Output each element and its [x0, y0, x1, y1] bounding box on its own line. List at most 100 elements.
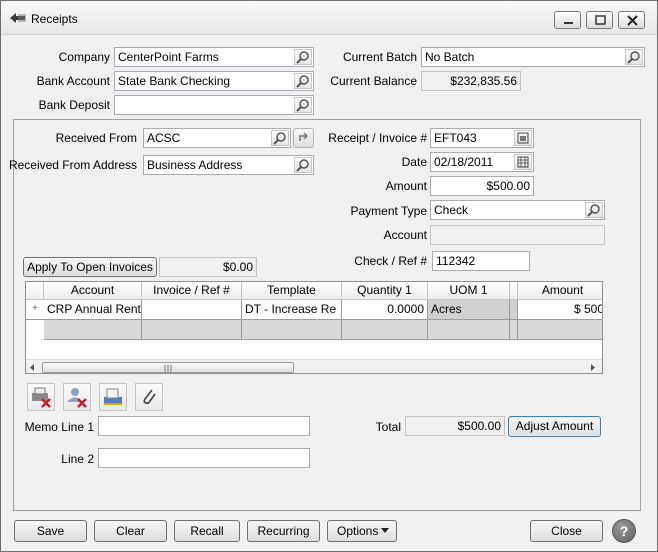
bank-account-value: State Bank Checking [118, 74, 231, 88]
new-row-cell-amount[interactable] [518, 320, 602, 340]
received-from-label: Received From [55, 131, 137, 145]
current-batch-label: Current Batch [342, 50, 417, 64]
delete-user-button[interactable] [63, 383, 91, 411]
cell-uom[interactable]: Acres [428, 300, 510, 320]
title-bar: Receipts [1, 1, 657, 35]
amount-label: Amount [385, 179, 427, 193]
maximize-button[interactable] [586, 11, 613, 29]
check-ref-field[interactable]: 112342 [432, 251, 530, 271]
receipt-invoice-generate-button[interactable] [514, 130, 532, 146]
scroll-right-arrow-icon[interactable] [589, 363, 597, 372]
magnifier-icon [273, 132, 286, 145]
new-row-cell-template[interactable] [242, 320, 342, 340]
payment-type-lookup-button[interactable] [585, 202, 603, 218]
column-header-amount[interactable]: Amount [518, 282, 602, 300]
total-label: Total [375, 420, 401, 434]
magnifier-icon [627, 51, 640, 64]
cell-account[interactable]: CRP Annual Rent [44, 300, 142, 320]
delete-user-icon [67, 388, 87, 408]
save-button[interactable]: Save [14, 520, 87, 542]
new-row-cell-invoice-ref[interactable] [142, 320, 242, 340]
date-field[interactable]: 02/18/2011 [430, 152, 534, 172]
current-batch-lookup-button[interactable] [625, 49, 643, 65]
received-from-value: ACSC [147, 131, 181, 145]
recurring-button[interactable]: Recurring [247, 520, 320, 542]
close-window-button[interactable] [618, 11, 645, 29]
grid-horizontal-scrollbar[interactable] [26, 359, 602, 373]
column-header-account[interactable]: Account [44, 282, 142, 300]
new-row-cell-quantity[interactable] [342, 320, 428, 340]
current-balance-label: Current Balance [330, 74, 417, 88]
cell-quantity[interactable]: 0.0000 [342, 300, 428, 320]
bank-deposit-lookup-button[interactable] [294, 97, 312, 113]
row-expander[interactable]: + [26, 300, 44, 320]
options-button[interactable]: Options [327, 520, 397, 542]
date-label: Date [401, 155, 427, 169]
line2-field[interactable] [98, 448, 310, 468]
scroll-thumb[interactable] [42, 362, 294, 373]
payment-type-value: Check [434, 203, 469, 217]
bank-deposit-field[interactable] [114, 95, 314, 115]
amount-field[interactable]: $500.00 [430, 176, 534, 196]
account-field [430, 225, 605, 245]
cell-spacer [510, 300, 518, 320]
magnifier-icon [296, 99, 309, 112]
delete-print-icon [32, 387, 51, 408]
memo-line1-label: Memo Line 1 [24, 420, 94, 434]
recall-button[interactable]: Recall [174, 520, 240, 542]
cell-template[interactable]: DT - Increase Re [242, 300, 342, 320]
cell-invoice-ref[interactable] [142, 300, 242, 320]
date-picker-button[interactable] [514, 154, 532, 170]
paperclip-icon [143, 389, 156, 405]
payment-type-label: Payment Type [350, 204, 428, 218]
column-header-template[interactable]: Template [242, 282, 342, 300]
column-header-invoice-ref[interactable]: Invoice / Ref # [142, 282, 242, 300]
company-field[interactable]: CenterPoint Farms [114, 47, 314, 67]
current-batch-field[interactable]: No Batch [421, 47, 645, 67]
scroll-left-arrow-icon[interactable] [28, 363, 36, 372]
grip-icon [164, 365, 172, 372]
attach-button[interactable] [135, 383, 163, 411]
receipt-invoice-field[interactable]: EFT043 [430, 128, 534, 148]
apply-to-open-invoices-button[interactable]: Apply To Open Invoices [23, 257, 157, 277]
grid-corner-header [26, 282, 44, 300]
clear-button[interactable]: Clear [94, 520, 167, 542]
calendar-icon [517, 156, 529, 168]
chevron-down-icon [381, 528, 389, 533]
current-batch-value: No Batch [425, 50, 475, 64]
receipts-app-icon [10, 13, 26, 23]
magnifier-icon [296, 159, 309, 172]
calendar-icon [517, 132, 529, 144]
column-header-spacer [510, 282, 518, 300]
options-label: Options [337, 524, 379, 538]
distribution-grid[interactable]: Account Invoice / Ref # Template Quantit… [25, 281, 603, 374]
magnifier-icon [587, 204, 600, 217]
new-row-cell-uom[interactable] [428, 320, 510, 340]
received-from-refresh-button[interactable] [293, 128, 314, 148]
received-from-lookup-button[interactable] [271, 130, 289, 146]
column-header-quantity[interactable]: Quantity 1 [342, 282, 428, 300]
minimize-button[interactable] [554, 11, 581, 29]
adjust-amount-button[interactable]: Adjust Amount [508, 416, 601, 437]
new-row-cell-spacer [510, 320, 518, 340]
company-lookup-button[interactable] [294, 49, 312, 65]
received-from-address-field[interactable]: Business Address [143, 155, 314, 175]
window-title: Receipts [31, 12, 78, 26]
new-row-cell-account[interactable] [44, 320, 142, 340]
bank-account-lookup-button[interactable] [294, 73, 312, 89]
bank-account-field[interactable]: State Bank Checking [114, 71, 314, 91]
help-button[interactable]: ? [612, 519, 636, 543]
scan-button[interactable] [99, 383, 127, 411]
total-field: $500.00 [405, 416, 505, 436]
cell-amount[interactable]: $ 500 [518, 300, 602, 320]
close-button[interactable]: Close [530, 520, 603, 542]
delete-print-button[interactable] [27, 383, 55, 411]
column-header-uom[interactable]: UOM 1 [428, 282, 510, 300]
maximize-icon [595, 15, 606, 25]
memo-line1-field[interactable] [98, 416, 310, 436]
received-from-address-value: Business Address [147, 158, 243, 172]
received-from-field[interactable]: ACSC [143, 128, 291, 148]
received-from-address-lookup-button[interactable] [294, 157, 312, 173]
payment-type-field[interactable]: Check [430, 200, 605, 220]
current-balance-field: $232,835.56 [421, 71, 521, 91]
